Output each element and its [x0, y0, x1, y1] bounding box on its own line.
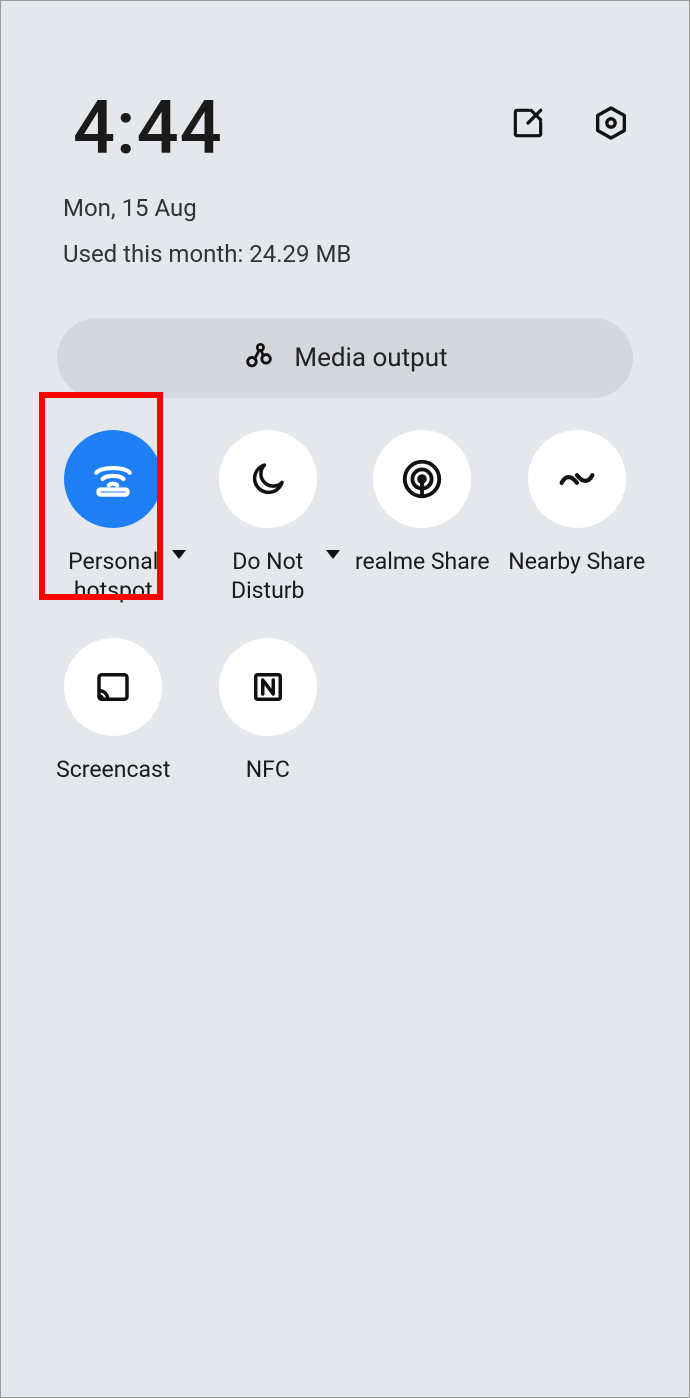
nearby-share-icon: [528, 430, 626, 528]
tile-label: Do Not Disturb: [196, 548, 341, 606]
quick-tiles-grid: Personal hotspot Do Not Disturb realme S…: [1, 422, 689, 784]
hotspot-icon: [64, 430, 162, 528]
tile-label: Personal hotspot: [41, 548, 186, 606]
nfc-icon: [219, 638, 317, 736]
realme-share-icon: [373, 430, 471, 528]
tile-do-not-disturb[interactable]: Do Not Disturb: [196, 422, 341, 606]
tile-screencast[interactable]: Screencast: [41, 630, 186, 785]
edit-icon[interactable]: [509, 104, 547, 146]
tile-label: realme Share: [355, 548, 490, 577]
chevron-down-icon[interactable]: [172, 550, 186, 559]
media-output-icon: [242, 339, 276, 377]
tile-personal-hotspot[interactable]: Personal hotspot: [41, 422, 186, 606]
clock-time: 4:44: [73, 85, 223, 172]
media-output-label: Media output: [294, 343, 447, 373]
tile-realme-share[interactable]: realme Share: [350, 422, 495, 606]
tile-nfc[interactable]: NFC: [196, 630, 341, 785]
settings-icon[interactable]: [591, 103, 631, 147]
date-text: Mon, 15 Aug: [63, 194, 689, 222]
tile-label: NFC: [246, 756, 290, 785]
tile-nearby-share[interactable]: Nearby Share: [505, 422, 650, 606]
tile-label: Nearby Share: [508, 548, 645, 577]
media-output-button[interactable]: Media output: [57, 318, 633, 398]
moon-icon: [219, 430, 317, 528]
tile-label: Screencast: [56, 756, 170, 785]
data-usage-text: Used this month: 24.29 MB: [63, 240, 689, 268]
screencast-icon: [64, 638, 162, 736]
chevron-down-icon[interactable]: [326, 550, 340, 559]
